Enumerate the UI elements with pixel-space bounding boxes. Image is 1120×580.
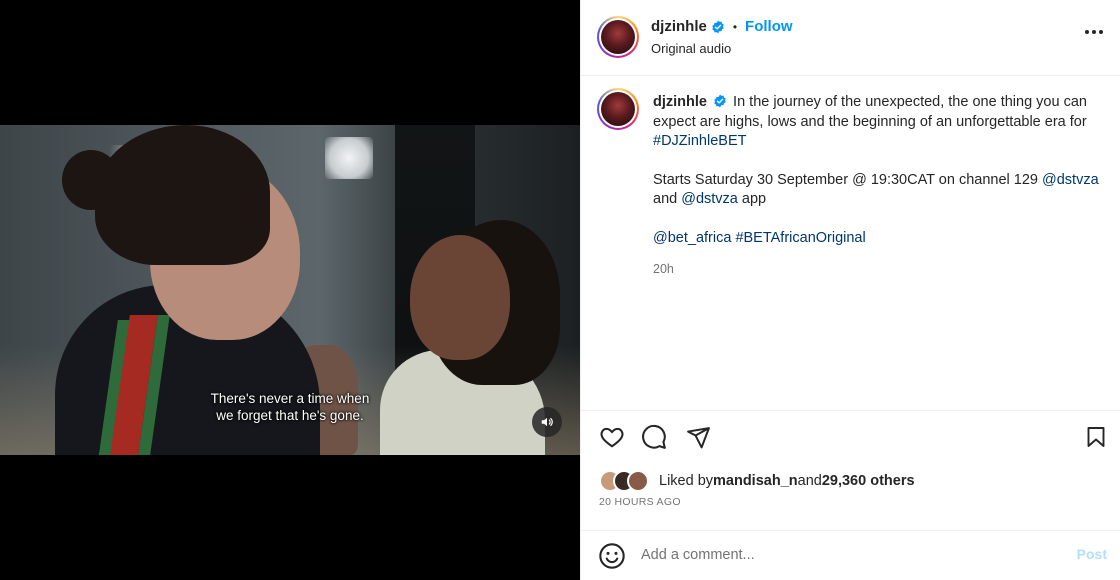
avatar-image (601, 92, 635, 126)
caption-text: djzinhle In the journey of the unexpecte… (653, 93, 1103, 280)
post-actions (581, 422, 1120, 458)
comment-input[interactable] (641, 544, 1041, 566)
post-comment-button[interactable]: Post (1077, 546, 1107, 562)
caption-paragraph: djzinhle In the journey of the unexpecte… (653, 93, 1103, 152)
avatar-border (599, 90, 637, 128)
liker-username[interactable]: mandisah_n (713, 473, 798, 489)
post-details-panel: djzinhle • Follow Original audio djzinhl… (580, 0, 1120, 580)
hashtag-link[interactable]: #BETAfricanOriginal (735, 230, 865, 246)
caption-paragraph: @bet_africa #BETAfricanOriginal (653, 229, 1103, 249)
header-username[interactable]: djzinhle (651, 18, 707, 35)
likes-summary: Liked by mandisah_n and 29,360 others (599, 470, 915, 492)
avatar-border (599, 18, 637, 56)
liker-avatars (599, 470, 653, 492)
caption-body: Starts Saturday 30 September @ 19:30CAT … (653, 171, 1043, 188)
woman-hair (95, 125, 270, 265)
subtitle-line: we forget that he's gone. (216, 408, 364, 423)
save-button[interactable] (1081, 422, 1111, 452)
speaker-icon (541, 417, 553, 427)
mention-link[interactable]: @bet_africa (653, 230, 731, 246)
post-timestamp[interactable]: 20 HOURS AGO (599, 496, 681, 508)
ceiling-light (325, 137, 373, 179)
heart-icon (600, 427, 624, 448)
likes-middle: and (797, 473, 822, 489)
hashtag-link[interactable]: #DJZinhleBET (653, 133, 746, 149)
bookmark-icon (1087, 427, 1105, 447)
likes-count[interactable]: 29,360 others (822, 473, 915, 489)
follow-button[interactable]: Follow (745, 18, 793, 35)
comment-bar: Post (581, 530, 1120, 580)
avatar[interactable] (597, 88, 639, 130)
sound-toggle-button[interactable] (532, 407, 562, 437)
woman-hair-bun (62, 150, 120, 210)
verified-badge-icon (712, 20, 724, 33)
likes-prefix: Liked by (659, 473, 714, 489)
caption-body: and (653, 191, 682, 207)
post-caption: djzinhle In the journey of the unexpecte… (581, 76, 1120, 411)
post-header: djzinhle • Follow Original audio (581, 0, 1120, 76)
comment-button[interactable] (639, 422, 669, 452)
caption-username[interactable]: djzinhle (653, 94, 707, 110)
caption-body: app (737, 191, 767, 207)
man-face (410, 235, 510, 360)
subtitle-line: There's never a time when (210, 391, 370, 406)
share-button[interactable] (683, 422, 713, 452)
like-button[interactable] (597, 422, 627, 452)
share-icon (686, 426, 710, 448)
video-subtitle: There's never a time when we forget that… (0, 390, 580, 424)
avatar-image (601, 20, 635, 54)
original-audio-link[interactable]: Original audio (651, 41, 731, 56)
separator-dot: • (732, 19, 738, 34)
avatar[interactable] (597, 16, 639, 58)
avatar[interactable] (627, 470, 649, 492)
video-player[interactable]: There's never a time when we forget that… (0, 125, 580, 455)
emoji-icon[interactable] (598, 542, 626, 570)
mention-link[interactable]: @dstvza (681, 191, 738, 207)
caption-paragraph: Starts Saturday 30 September @ 19:30CAT … (653, 171, 1103, 210)
comment-icon (642, 424, 666, 449)
more-options-icon[interactable] (1085, 30, 1103, 34)
verified-badge-icon (714, 94, 726, 108)
mention-link[interactable]: @dstvza (1042, 172, 1099, 188)
header-user-row: djzinhle • Follow (651, 18, 793, 35)
caption-timestamp[interactable]: 20h (653, 260, 1103, 280)
post-media: There's never a time when we forget that… (0, 0, 580, 580)
